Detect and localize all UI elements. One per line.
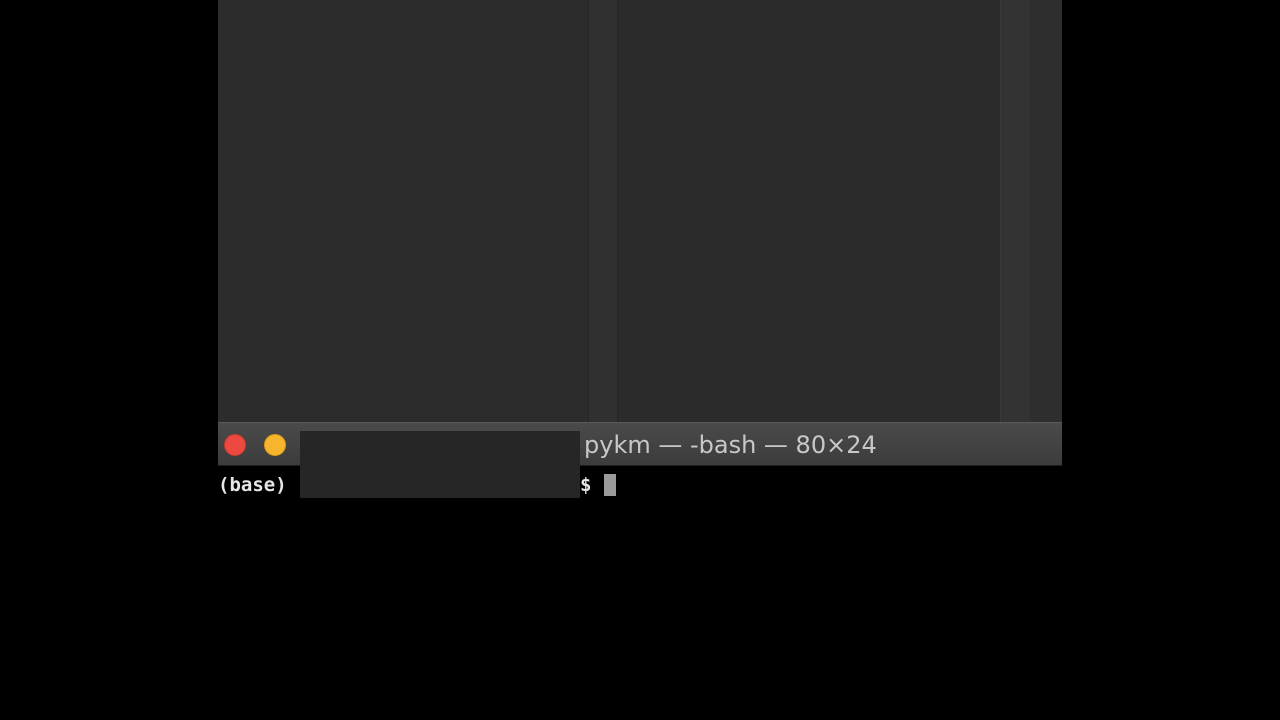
background-pane-left (218, 0, 588, 422)
background-window-edge (1030, 0, 1062, 422)
background-pane-divider[interactable] (588, 0, 618, 422)
screen: pykm — -bash — 80×24 (base) $ (0, 0, 1280, 720)
terminal-window[interactable]: pykm — -bash — 80×24 (base) $ (218, 422, 1062, 720)
redacted-region (300, 431, 580, 498)
background-window (218, 0, 1062, 422)
window-title: pykm — -bash — 80×24 (584, 431, 877, 459)
prompt-symbol: $ (580, 474, 592, 496)
minimize-icon[interactable] (264, 434, 286, 456)
background-scrollbar[interactable] (1000, 0, 1030, 422)
terminal-cursor (604, 474, 616, 496)
close-icon[interactable] (224, 434, 246, 456)
prompt-env-label: (base) (218, 474, 287, 496)
background-pane-right (618, 0, 1000, 422)
